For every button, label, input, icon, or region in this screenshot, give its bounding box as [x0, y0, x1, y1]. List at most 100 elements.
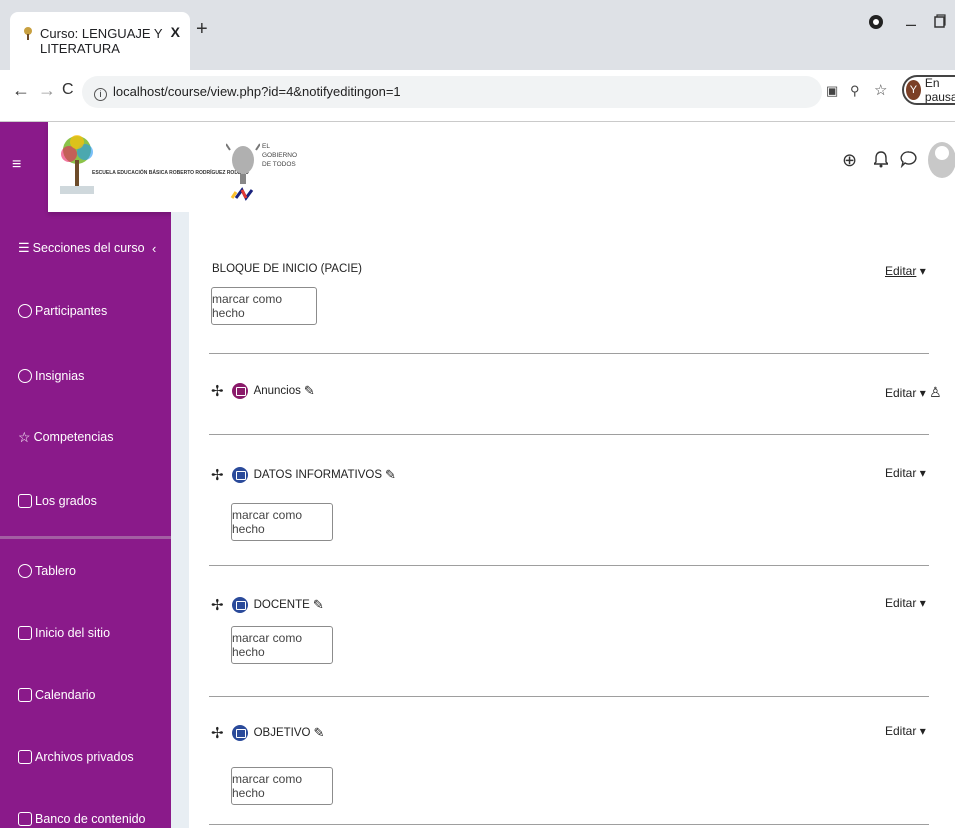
restore-icon[interactable]: [934, 14, 946, 33]
move-icon[interactable]: ✢: [211, 466, 224, 484]
sidebar-item-label: Banco de contenido: [35, 812, 146, 826]
site-info-icon[interactable]: i: [94, 88, 107, 101]
forum-icon: [231, 383, 248, 399]
list-icon: ☰: [18, 240, 30, 255]
table-icon: [18, 494, 32, 508]
tab-title: Curso: LENGUAJE Y LITERATURA: [40, 26, 163, 56]
home-icon: [18, 626, 32, 640]
minimize-icon[interactable]: –: [906, 14, 916, 35]
sidebar-item-tablero[interactable]: Tablero: [18, 564, 76, 578]
course-content: BLOQUE DE INICIO (PACIE) Editar ▾ marcar…: [189, 212, 955, 828]
mark-done-button[interactable]: marcar como hecho: [211, 287, 317, 325]
move-icon[interactable]: ✢: [211, 596, 224, 614]
language-globe-icon[interactable]: ⊕: [842, 150, 857, 171]
sidebar-item-label: Tablero: [35, 564, 76, 578]
edit-label: Editar: [885, 386, 917, 400]
gov-line: EL: [262, 143, 270, 150]
activity-edit-menu[interactable]: Editar ▾ ♙: [885, 384, 942, 401]
mark-done-button[interactable]: marcar como hecho: [231, 626, 333, 664]
edit-title-pencil-icon[interactable]: ✎: [304, 383, 315, 399]
group-mode-icon[interactable]: ♙: [929, 384, 942, 400]
forward-icon[interactable]: →: [38, 80, 56, 101]
government-seal: [225, 136, 261, 206]
sidebar-item-label: Secciones del curso: [32, 241, 145, 255]
bookmark-star-icon[interactable]: ☆: [874, 81, 887, 99]
section-divider: [209, 565, 929, 566]
messages-icon[interactable]: [900, 150, 918, 173]
section-divider: [209, 353, 929, 354]
sidebar-item-label: Calendario: [35, 688, 96, 702]
section-divider: [209, 434, 929, 435]
media-icon[interactable]: [868, 14, 884, 35]
activity-name[interactable]: Anuncios: [254, 385, 301, 397]
browser-tab[interactable]: Curso: LENGUAJE Y LITERATURA X: [10, 12, 190, 70]
activity-name[interactable]: DATOS INFORMATIVOS: [254, 469, 382, 481]
mark-done-button[interactable]: marcar como hecho: [231, 767, 333, 805]
new-tab-button[interactable]: +: [196, 18, 208, 41]
zoom-icon[interactable]: ⚲: [850, 83, 860, 99]
address-toolbar: ← → C i localhost/course/view.php?id=4&no…: [0, 70, 955, 122]
page-icon: [231, 467, 248, 483]
activity-name[interactable]: DOCENTE: [254, 599, 310, 611]
activity-docente[interactable]: ✢ DOCENTE ✎: [211, 596, 324, 614]
reload-icon[interactable]: C: [62, 81, 74, 99]
edit-title-pencil-icon[interactable]: ✎: [313, 597, 324, 613]
translate-icon[interactable]: ▣: [826, 83, 838, 99]
browser-tab-bar: Curso: LENGUAJE Y LITERATURA X + –: [0, 0, 955, 70]
government-text: EL GOBIERNO DE TODOS: [262, 142, 297, 169]
sidebar-item-archivos[interactable]: Archivos privados: [18, 750, 134, 764]
move-icon[interactable]: ✢: [211, 724, 224, 742]
url-bar[interactable]: i localhost/course/view.php?id=4&notifyed…: [82, 76, 822, 108]
sidebar-item-label: Inicio del sitio: [35, 626, 111, 640]
activity-objetivo[interactable]: ✢ OBJETIVO ✎: [211, 724, 324, 742]
calendar-icon: [18, 688, 32, 702]
school-logo[interactable]: [58, 132, 96, 198]
sidebar-item-label: Archivos privados: [35, 750, 134, 764]
activity-anuncios[interactable]: ✢ Anuncios ✎: [211, 382, 315, 400]
collapse-chevron-icon[interactable]: ‹: [152, 241, 156, 256]
section-title[interactable]: BLOQUE DE INICIO (PACIE): [212, 263, 362, 275]
edit-title-pencil-icon[interactable]: ✎: [385, 467, 396, 483]
star-icon: ☆: [18, 429, 31, 445]
mark-done-button[interactable]: marcar como hecho: [231, 503, 333, 541]
url-text: localhost/course/view.php?id=4&notifyedi…: [113, 84, 401, 99]
edit-title-pencil-icon[interactable]: ✎: [313, 725, 324, 741]
back-icon[interactable]: ←: [12, 80, 30, 101]
sidebar-item-competencias[interactable]: ☆ Competencias: [18, 430, 113, 444]
file-icon: [18, 750, 32, 764]
sidebar-item-secciones[interactable]: ☰ Secciones del curso: [18, 240, 145, 256]
sidebar-item-inicio[interactable]: Inicio del sitio: [18, 626, 110, 640]
hamburger-menu-icon[interactable]: ≡: [0, 122, 48, 210]
content-bank-icon: [18, 812, 32, 826]
site-header: ESCUELA EDUCACIÓN BÁSICA ROBERTO RODRÍGU…: [48, 122, 955, 212]
edit-label: Editar: [885, 596, 917, 610]
activity-edit-menu[interactable]: Editar ▾: [885, 596, 926, 610]
sidebar-item-label: Competencias: [33, 430, 114, 444]
move-icon[interactable]: ✢: [211, 382, 224, 400]
page-icon: [231, 725, 248, 741]
profile-avatar: Y: [906, 80, 921, 100]
sidebar-item-calendario[interactable]: Calendario: [18, 688, 95, 702]
content-gutter: [171, 212, 189, 828]
moodle-favicon-icon: [22, 26, 34, 40]
profile-button[interactable]: Y En pausa: [902, 75, 955, 105]
gov-line: GOBIERNO: [262, 152, 298, 159]
edit-label: Editar: [885, 466, 917, 480]
user-avatar[interactable]: [928, 142, 955, 178]
notification-bell-icon[interactable]: [872, 150, 890, 173]
sidebar-item-participantes[interactable]: Participantes: [18, 304, 107, 318]
edit-label: Editar: [885, 264, 917, 278]
tab-close-icon[interactable]: X: [171, 24, 180, 40]
edit-label: Editar: [885, 724, 917, 738]
sidebar-item-grados[interactable]: Los grados: [18, 494, 97, 508]
section-edit-menu[interactable]: Editar ▾: [885, 264, 926, 278]
sidebar-divider: [0, 536, 171, 539]
activity-datos-informativos[interactable]: ✢ DATOS INFORMATIVOS ✎: [211, 466, 396, 484]
sidebar-item-banco[interactable]: Banco de contenido: [18, 812, 146, 826]
activity-edit-menu[interactable]: Editar ▾: [885, 724, 926, 738]
section-divider: [209, 824, 929, 825]
sidebar-item-insignias[interactable]: Insignias: [18, 369, 84, 383]
activity-edit-menu[interactable]: Editar ▾: [885, 466, 926, 480]
badge-icon: [18, 369, 32, 383]
activity-name[interactable]: OBJETIVO: [254, 727, 311, 739]
